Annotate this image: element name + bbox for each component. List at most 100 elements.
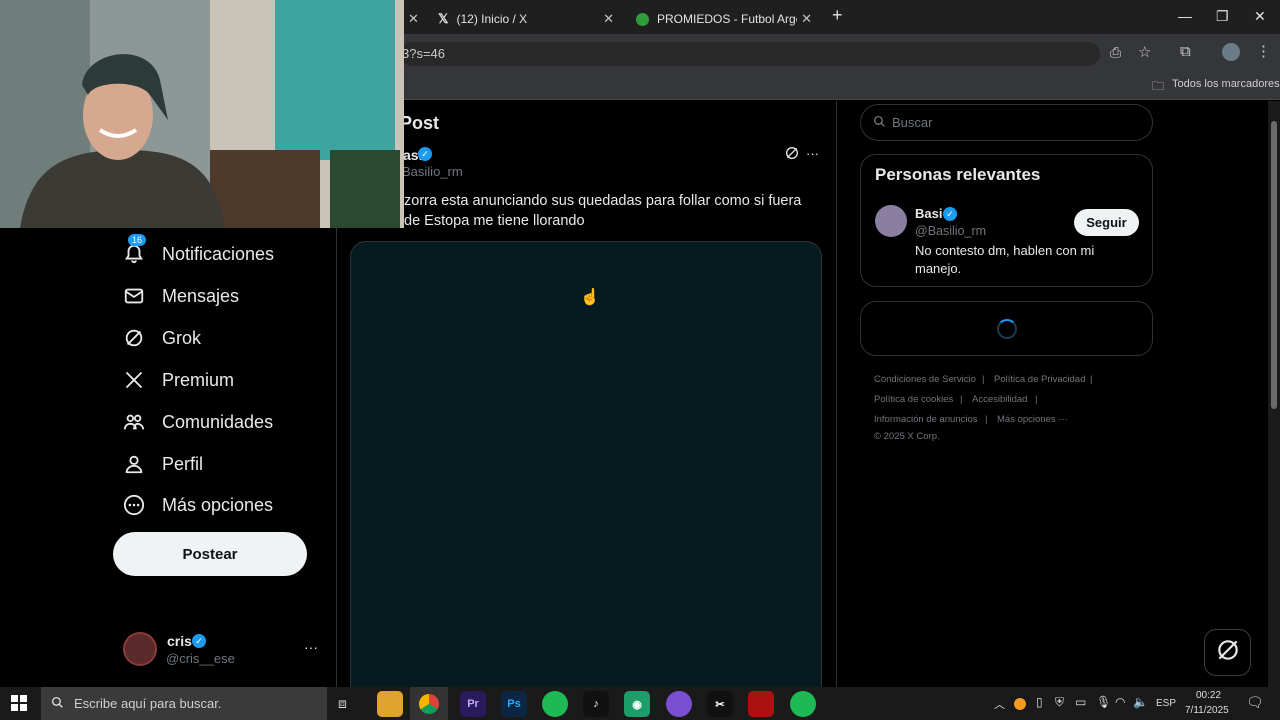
notifications-badge: 16 (128, 234, 147, 246)
privacy-link[interactable]: Política de Privacidad (994, 374, 1085, 385)
bell-icon: 16 (122, 234, 147, 266)
all-bookmarks-link[interactable]: Todos los marcadores (1172, 78, 1280, 90)
relevant-bio-line-1: No contesto dm, hablen con mi (915, 243, 1095, 258)
tab-label: PROMIEDOS - Futbol Argentin (657, 12, 797, 26)
relevant-avatar[interactable] (875, 205, 907, 237)
footer-separator: | (982, 374, 985, 385)
account-handle: @cris__ese (166, 651, 235, 666)
nav-communities[interactable]: Comunidades (122, 407, 273, 437)
task-view-icon[interactable]: ⧈ (338, 695, 347, 712)
ads-info-link[interactable]: Información de anuncios (874, 414, 978, 425)
tray-expand-icon[interactable]: ︿ (994, 696, 1005, 712)
shield-icon[interactable]: ⛨ (1055, 695, 1064, 710)
cursor-hand-icon: ☝ (580, 289, 600, 306)
search-icon (873, 115, 886, 131)
chrome-taskbar-icon[interactable] (410, 687, 448, 720)
nav-more-options[interactable]: Más opciones (122, 490, 273, 520)
chat-app-icon[interactable]: ◉ (624, 691, 650, 717)
grok-fab-button[interactable] (1204, 629, 1251, 676)
mail-icon (122, 284, 146, 308)
app-icon[interactable] (666, 691, 692, 717)
post-author-handle[interactable]: Basilio_rm (402, 164, 463, 179)
scrollbar-track[interactable] (1268, 101, 1280, 687)
clock-date[interactable]: 7/11/2025 (1185, 705, 1229, 716)
account-more-icon[interactable]: ··· (304, 639, 318, 655)
footer-separator: | (960, 394, 963, 405)
cookies-link[interactable]: Política de cookies (874, 394, 953, 405)
nav-label: Perfil (162, 453, 204, 474)
photoshop-icon[interactable]: Ps (501, 691, 527, 717)
relevant-bio-line-2: manejo. (915, 261, 962, 276)
bookmark-star-icon[interactable]: ☆ (1138, 43, 1151, 61)
person-icon (122, 452, 146, 476)
new-tab-icon[interactable]: + (832, 5, 843, 26)
folder-icon: 🗀 (1152, 79, 1165, 93)
spotify-icon[interactable] (542, 691, 568, 717)
tab-x-inicio[interactable]: 𝕏 (12) Inicio / X ✕ (428, 4, 624, 34)
nav-messages[interactable]: Mensajes (122, 281, 239, 311)
battery-icon[interactable]: ▯ (1036, 695, 1043, 709)
verified-badge-icon: ✓ (418, 147, 432, 161)
close-tab-icon[interactable]: ✕ (801, 11, 812, 27)
footer-separator: | (985, 414, 988, 425)
search-input[interactable]: Buscar (860, 104, 1153, 141)
maximize-icon[interactable]: ❐ (1216, 8, 1229, 25)
more-circle-icon (122, 493, 146, 517)
clock-time[interactable]: 00:22 (1196, 690, 1221, 701)
close-tab-icon[interactable]: ✕ (408, 11, 419, 27)
scrollbar-thumb[interactable] (1271, 121, 1277, 409)
nav-profile[interactable]: Perfil (122, 449, 203, 479)
notification-center-icon[interactable]: 🗨 (1246, 694, 1264, 711)
profile-avatar-icon[interactable] (1222, 43, 1240, 61)
nav-label: Notificaciones (162, 243, 275, 264)
tray-app-icon[interactable] (1014, 698, 1026, 710)
nav-notifications[interactable]: 16 Notificaciones (122, 234, 275, 269)
display-icon[interactable]: ▭ (1075, 695, 1086, 709)
right-divider (836, 101, 837, 687)
x-logo-icon (122, 368, 146, 392)
nav-label: Grok (162, 327, 202, 348)
grok-icon (122, 326, 146, 350)
relevant-name[interactable]: Basi (915, 206, 942, 221)
x-logo-icon: 𝕏 (438, 11, 449, 26)
webcam-overlay (0, 0, 404, 228)
verified-badge-icon: ✓ (943, 207, 957, 221)
microphone-icon[interactable]: 🎙 (1096, 695, 1111, 709)
extensions-icon[interactable]: ⧉ (1180, 43, 1191, 60)
close-window-icon[interactable]: ✕ (1254, 8, 1266, 25)
windows-start-icon[interactable] (11, 695, 27, 716)
verified-badge-icon: ✓ (192, 634, 206, 648)
terms-link[interactable]: Condiciones de Servicio (874, 374, 976, 385)
url-field[interactable]: 3?s=46 (400, 42, 1100, 66)
post-button[interactable]: Postear (113, 532, 307, 576)
minimize-icon[interactable]: — (1178, 8, 1192, 24)
tab-promiedos[interactable]: PROMIEDOS - Futbol Argentin ✕ (626, 4, 822, 34)
taskbar-search-input[interactable]: Escribe aquí para buscar. (41, 687, 327, 720)
volume-icon[interactable]: 🔈 (1133, 695, 1148, 709)
more-options-link[interactable]: Más opciones ··· (997, 414, 1068, 425)
file-explorer-icon[interactable] (377, 691, 403, 717)
premiere-icon[interactable]: Pr (460, 691, 486, 717)
follow-button[interactable]: Seguir (1074, 209, 1139, 236)
language-indicator[interactable]: ESP (1156, 698, 1176, 709)
loading-spinner-icon (997, 319, 1017, 339)
nav-grok[interactable]: Grok (122, 323, 201, 353)
capcut-icon[interactable]: ✂ (707, 691, 733, 717)
close-tab-icon[interactable]: ✕ (603, 11, 614, 27)
spotify-icon-2[interactable] (790, 691, 816, 717)
accessibility-link[interactable]: Accesibilidad (972, 394, 1027, 405)
nav-premium[interactable]: Premium (122, 365, 234, 395)
post-more-icon[interactable]: ··· (806, 146, 819, 161)
relevant-handle: @Basilio_rm (915, 224, 987, 238)
post-media[interactable] (350, 241, 822, 687)
nav-label: Premium (162, 369, 235, 390)
grok-explain-icon[interactable] (784, 145, 800, 166)
wifi-icon[interactable]: ◠ (1115, 695, 1125, 709)
account-avatar[interactable] (123, 632, 157, 666)
chrome-menu-icon[interactable]: ⋮ (1256, 42, 1271, 60)
install-app-icon[interactable]: ⎙ (1110, 44, 1121, 61)
copyright-text: © 2025 X Corp. (874, 431, 940, 442)
windows-taskbar: Escribe aquí para buscar. ⧈ Pr Ps ♪ ◉ ✂ … (0, 687, 1280, 720)
game-icon[interactable] (748, 691, 774, 717)
tiktok-icon[interactable]: ♪ (583, 691, 609, 717)
